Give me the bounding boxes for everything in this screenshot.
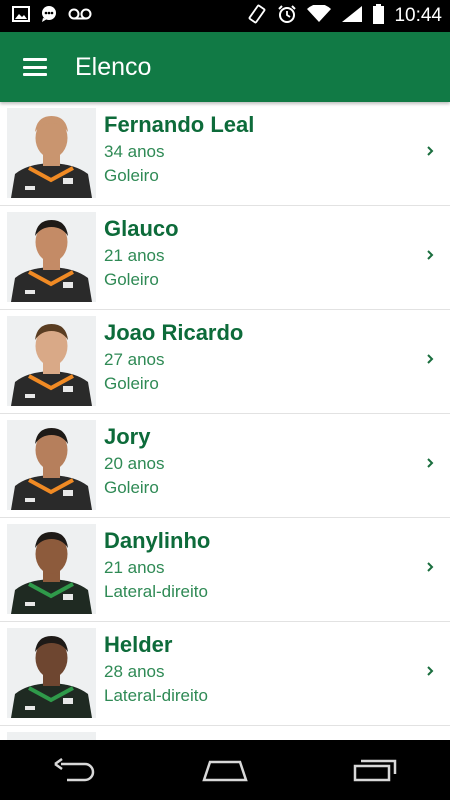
chevron-right-icon (424, 144, 436, 156)
chat-icon (40, 5, 58, 28)
player-age: 34 anos (104, 142, 165, 161)
chevron-right-icon (424, 664, 436, 676)
player-name: Fernando Leal (104, 112, 255, 137)
player-name: Danylinho (104, 528, 211, 553)
player-row[interactable]: Helder 28 anos Lateral-direito (0, 622, 450, 726)
player-row[interactable] (0, 726, 450, 740)
recents-icon[interactable] (345, 750, 405, 790)
signal-icon (341, 5, 363, 28)
back-icon[interactable] (45, 750, 105, 790)
player-age: 28 anos (104, 662, 165, 681)
player-position: Lateral-direito (104, 686, 208, 705)
player-age: 21 anos (104, 246, 165, 265)
player-photo (7, 420, 96, 510)
player-name: Jory (104, 424, 151, 449)
page-title: Elenco (75, 52, 152, 81)
player-name: Glauco (104, 216, 179, 241)
home-icon[interactable] (195, 750, 255, 790)
app-bar: Elenco (0, 32, 450, 102)
player-age: 27 anos (104, 350, 165, 369)
player-row[interactable]: Jory 20 anos Goleiro (0, 414, 450, 518)
chevron-right-icon (424, 560, 436, 572)
player-photo (7, 628, 96, 718)
rotate-icon (247, 4, 267, 29)
player-position: Goleiro (104, 166, 159, 185)
chevron-right-icon (424, 456, 436, 468)
chevron-right-icon (424, 352, 436, 364)
clock: 10:44 (394, 5, 442, 26)
menu-icon[interactable] (23, 58, 47, 76)
player-age: 20 anos (104, 454, 165, 473)
player-position: Lateral-direito (104, 582, 208, 601)
player-row[interactable]: Fernando Leal 34 anos Goleiro (0, 102, 450, 206)
player-row[interactable]: Joao Ricardo 27 anos Goleiro (0, 310, 450, 414)
player-position: Goleiro (104, 270, 159, 289)
player-position: Goleiro (104, 374, 159, 393)
wifi-icon (307, 3, 332, 28)
player-list[interactable]: Fernando Leal 34 anos Goleiro Glauco 21 anos… (0, 102, 450, 740)
battery-icon (373, 3, 385, 29)
player-photo (7, 212, 96, 302)
alarm-icon (277, 4, 297, 29)
player-row[interactable]: Danylinho 21 anos Lateral-direito (0, 518, 450, 622)
chevron-right-icon (424, 248, 436, 260)
player-photo (7, 316, 96, 406)
player-name: Joao Ricardo (104, 320, 244, 345)
player-age: 21 anos (104, 558, 165, 577)
navigation-bar (0, 740, 450, 800)
player-row[interactable]: Glauco 21 anos Goleiro (0, 206, 450, 310)
player-photo (7, 732, 96, 740)
player-position: Goleiro (104, 478, 159, 497)
voicemail-icon (68, 7, 92, 25)
player-name: Helder (104, 632, 173, 657)
image-icon (12, 5, 30, 27)
player-photo (7, 108, 96, 198)
status-bar: 10:44 (0, 0, 450, 32)
player-photo (7, 524, 96, 614)
